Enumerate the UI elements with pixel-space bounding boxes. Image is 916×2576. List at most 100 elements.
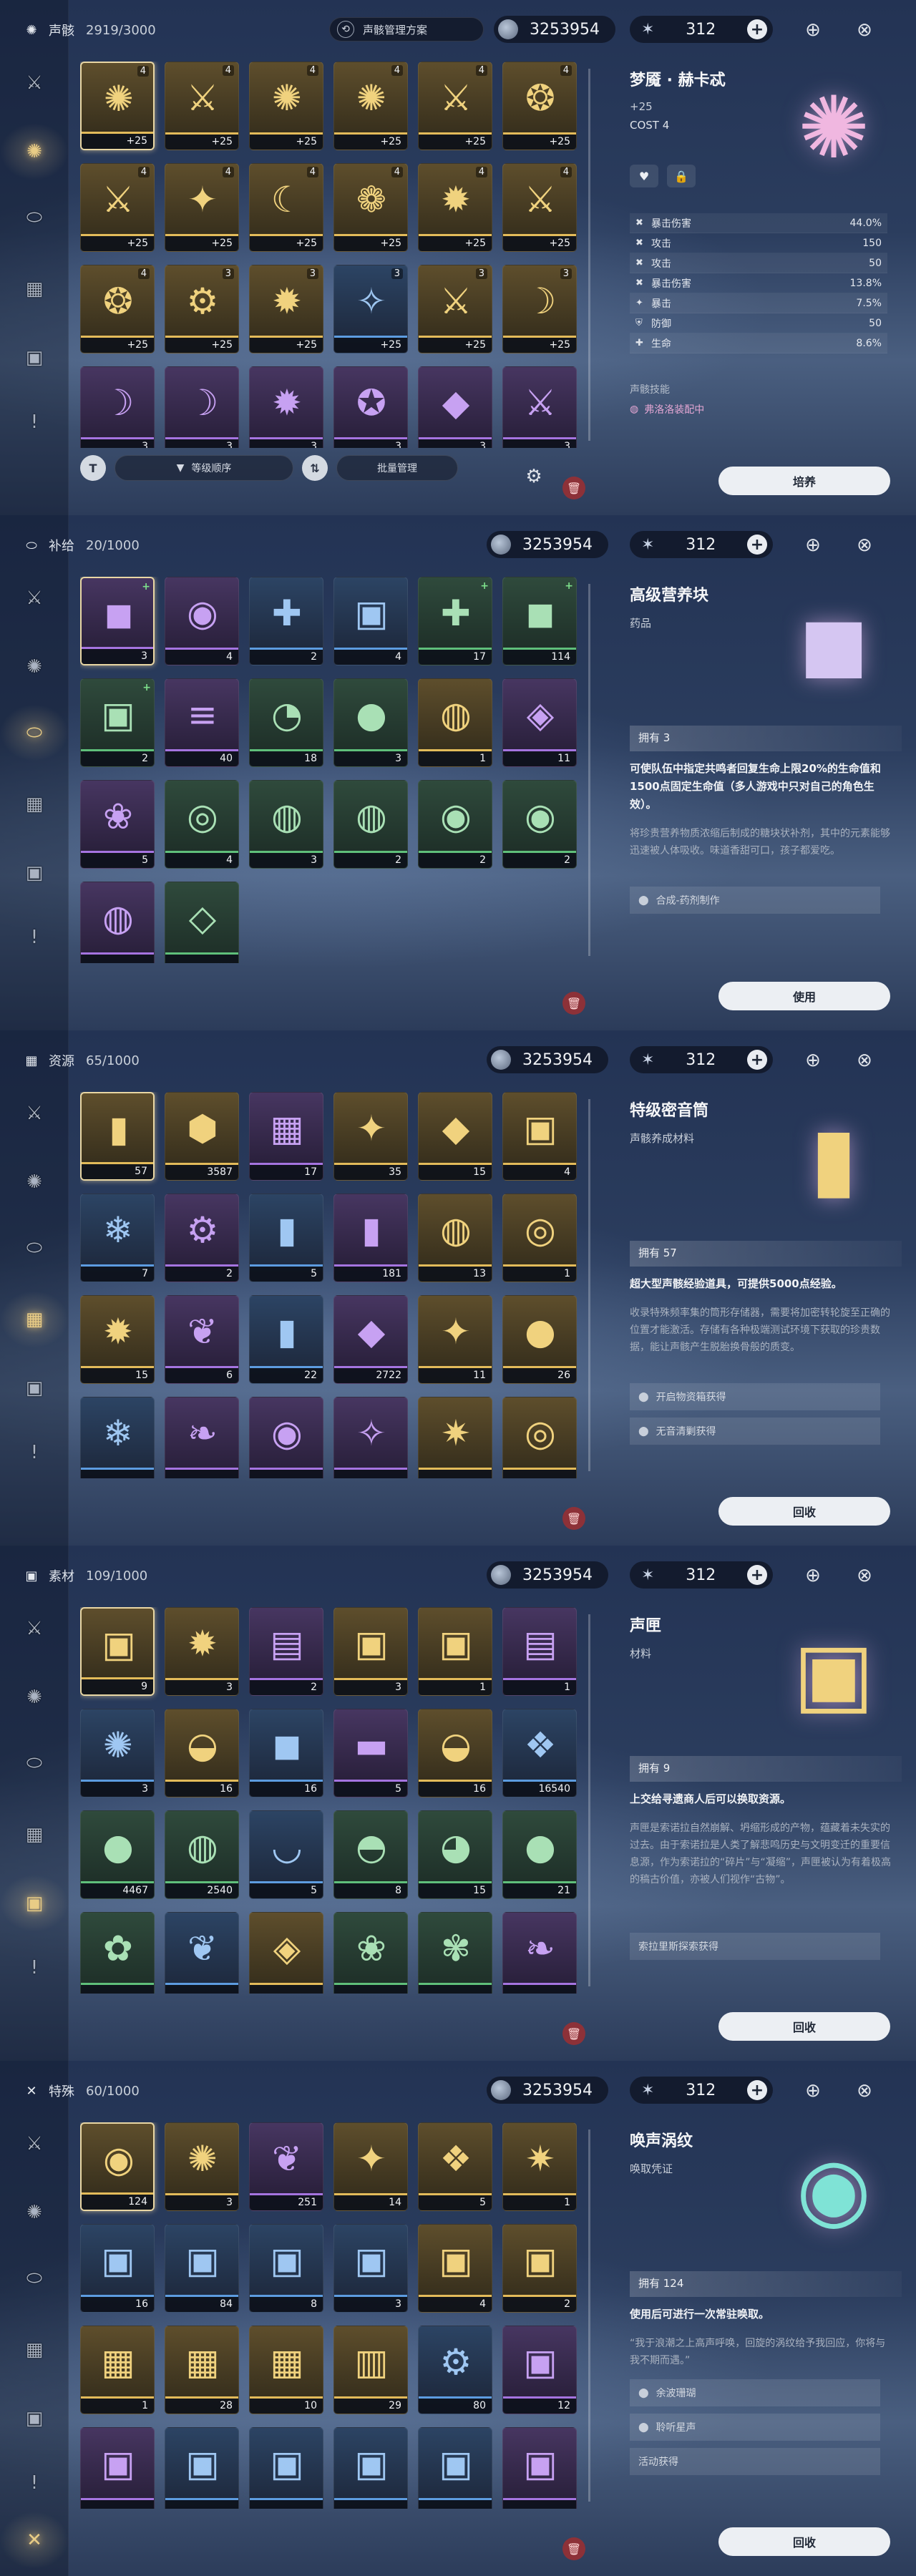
item-tile[interactable]: ▮ 181 [333,1194,408,1282]
item-tile[interactable]: ▣ [80,2427,155,2509]
item-tile[interactable]: ◎ 4 [165,780,239,869]
add-astrite-button[interactable]: + [747,1050,767,1070]
item-tile[interactable]: ⚙ 2 [165,1194,239,1282]
source-entry[interactable]: ⬤ 开启物资箱获得 [630,1383,880,1410]
item-tile[interactable]: ▣ [333,2427,408,2509]
sidebar-sword-icon[interactable]: ⚔ [20,584,49,613]
item-tile[interactable]: ▤ 2 [249,1607,323,1696]
echo-scheme-button[interactable]: ⟲ 声骸管理方案 [329,17,484,42]
item-tile[interactable]: ● 21 [502,1810,577,1899]
source-entry[interactable]: ⬤ 合成-药剂制作 [630,887,880,914]
item-tile[interactable]: ◆ 2722 [333,1295,408,1384]
item-tile[interactable]: ☽ 3 [80,366,155,448]
item-tile[interactable]: ❀ 5 [80,780,155,869]
primary-action-button[interactable]: 回收 [718,1497,890,1526]
discard-icon[interactable]: 🔒 [667,165,696,187]
close-icon[interactable]: ⊗ [850,531,879,560]
add-astrite-button[interactable]: + [747,2080,767,2100]
source-entry[interactable]: ⬤ 聆听星声 [630,2414,880,2441]
sidebar-task-icon[interactable]: ! [20,1953,49,1982]
item-tile[interactable]: ▣ [502,2427,577,2509]
item-tile[interactable]: ✦ 11 [418,1295,492,1384]
item-tile[interactable]: ◆ 3 [418,366,492,448]
item-tile[interactable]: ◇ [165,882,239,963]
item-tile[interactable]: ✧ +25 3 [333,265,408,353]
item-tile[interactable]: ✷ [418,1397,492,1478]
item-tile[interactable]: ● 26 [502,1295,577,1384]
item-tile[interactable]: ❁ +25 4 [333,163,408,252]
sidebar-resource-icon[interactable]: ▦ [20,1820,49,1849]
item-tile[interactable]: ✺ +25 4 [333,62,408,150]
item-tile[interactable]: ◍ 1 [418,678,492,767]
item-tile[interactable]: ▬ 5 [333,1709,408,1797]
item-tile[interactable]: ▣ [249,2427,323,2509]
item-tile[interactable]: ⚔ +25 3 [418,265,492,353]
source-entry[interactable]: 索拉里斯探索获得 [630,1933,880,1960]
lock-icon[interactable]: ♥ [630,165,658,187]
item-tile[interactable]: ✺ 3 [80,1709,155,1797]
item-tile[interactable]: ❦ 6 [165,1295,239,1384]
sidebar-pill-icon[interactable]: ⬭ [20,1234,49,1262]
add-astrite-button[interactable]: + [747,1565,767,1585]
item-tile[interactable]: ⚔ +25 4 [418,62,492,150]
close-icon[interactable]: ⊗ [850,1561,879,1590]
item-tile[interactable]: ● 4467 [80,1810,155,1899]
primary-action-button[interactable]: 回收 [718,2527,890,2556]
item-tile[interactable]: ☾ +25 4 [249,163,323,252]
sidebar-pill-icon[interactable]: ⬭ [20,203,49,232]
item-tile[interactable]: ⚙ +25 3 [165,265,239,353]
item-tile[interactable]: ▣ 9 [80,1607,155,1696]
sort-direction-icon[interactable]: ⇅ [302,455,328,481]
item-tile[interactable]: ◍ [80,882,155,963]
sidebar-echo-icon[interactable]: ✺ [20,653,49,681]
item-tile[interactable]: ◔ 18 [249,678,323,767]
sidebar-task-icon[interactable]: ! [20,1438,49,1467]
item-tile[interactable]: ≡ 40 [165,678,239,767]
target-icon[interactable]: ⊕ [799,1046,827,1075]
sidebar-echo-icon[interactable]: ✺ [20,1168,49,1196]
item-tile[interactable]: ▣ 2 + [80,678,155,767]
item-tile[interactable]: ▣ 3 [333,1607,408,1696]
sidebar-pill-icon[interactable]: ⬭ [20,2264,49,2293]
item-tile[interactable]: ◉ 2 [502,780,577,869]
target-icon[interactable]: ⊕ [799,2077,827,2105]
sidebar-material-icon[interactable]: ▣ [20,2404,49,2433]
item-tile[interactable]: ◉ 124 [80,2122,155,2211]
sidebar-resource-icon[interactable]: ▦ [20,2336,49,2364]
item-tile[interactable]: ✦ 14 [333,2122,408,2211]
item-tile[interactable]: ◓ 8 [333,1810,408,1899]
item-tile[interactable]: ◆ 15 [418,1092,492,1181]
item-tile[interactable]: ▣ 2 [502,2224,577,2313]
settings-icon[interactable]: ⚙ [520,462,548,491]
filter-icon[interactable]: T [80,455,106,481]
sidebar-material-icon[interactable]: ▣ [20,859,49,887]
item-tile[interactable]: ◈ 11 [502,678,577,767]
item-tile[interactable]: ✹ 3 [249,366,323,448]
sidebar-resource-icon[interactable]: ▦ [20,1305,49,1334]
item-tile[interactable]: ◍ 2 [333,780,408,869]
item-tile[interactable]: ◼ 114 + [502,577,577,665]
item-tile[interactable]: ▣ 16 [80,2224,155,2313]
primary-action-button[interactable]: 使用 [718,982,890,1010]
primary-action-button[interactable]: 回收 [718,2012,890,2041]
item-tile[interactable]: ▮ 22 [249,1295,323,1384]
item-tile[interactable]: ✧ [333,1397,408,1478]
item-tile[interactable]: ☽ +25 3 [502,265,577,353]
item-tile[interactable]: ▣ 3 [333,2224,408,2313]
trash-icon[interactable]: 🗑 [562,992,585,1015]
item-tile[interactable]: ▦ 28 [165,2326,239,2414]
sidebar-sword-icon[interactable]: ⚔ [20,2129,49,2158]
item-tile[interactable]: ❖ 16540 [502,1709,577,1797]
item-tile[interactable]: ◎ [502,1397,577,1478]
sidebar-pill-icon[interactable]: ⬭ [20,1749,49,1777]
item-tile[interactable]: ◒ 16 [418,1709,492,1797]
item-tile[interactable]: ✚ 2 [249,577,323,665]
item-tile[interactable]: ❀ [333,1912,408,1994]
item-tile[interactable]: ✪ 3 [333,366,408,448]
item-tile[interactable]: ⚙ 80 [418,2326,492,2414]
item-tile[interactable]: ✦ 35 [333,1092,408,1181]
item-tile[interactable]: ❄ [80,1397,155,1478]
item-tile[interactable]: ▣ 8 [249,2224,323,2313]
item-tile[interactable]: ✾ [418,1912,492,1994]
item-tile[interactable]: ◡ 5 [249,1810,323,1899]
